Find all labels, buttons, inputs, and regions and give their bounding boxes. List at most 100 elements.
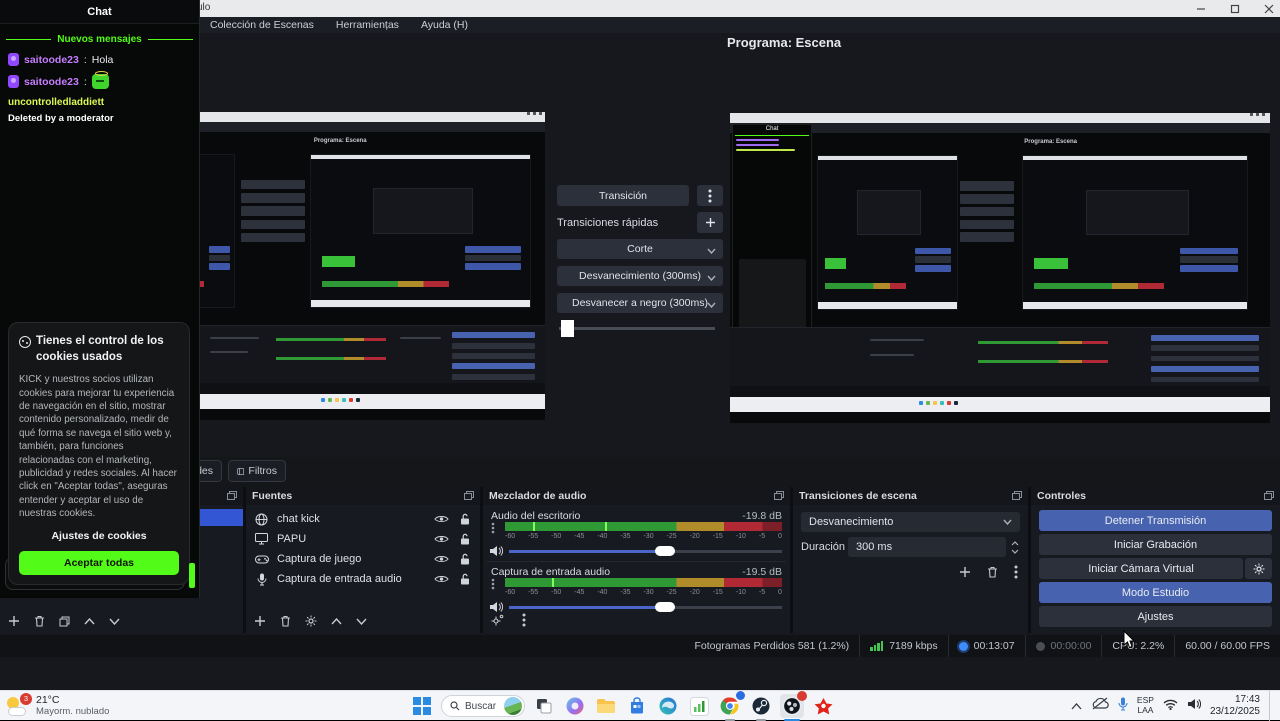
microphone-tray-icon[interactable]: [1118, 697, 1128, 716]
source-row-audio-input[interactable]: Captura de entrada audio: [246, 569, 480, 589]
copilot-button[interactable]: [563, 694, 587, 718]
visibility-eye-icon[interactable]: [434, 534, 449, 544]
mixer-channel-menu[interactable]: [491, 577, 495, 595]
visibility-eye-icon[interactable]: [434, 514, 449, 524]
mini-shape: [400, 337, 441, 339]
move-source-down-button[interactable]: [356, 618, 367, 625]
menu-tools[interactable]: Herramiențas: [336, 19, 399, 31]
chrome-button[interactable]: [718, 694, 742, 718]
studio-preview-program[interactable]: Chat Programa: Escena: [730, 113, 1270, 423]
keyboard-layout-indicator[interactable]: ESP LAA: [1137, 696, 1154, 716]
source-row-papu[interactable]: PAPU: [246, 529, 480, 549]
virtual-camera-settings-button[interactable]: [1245, 558, 1272, 579]
red-app-button[interactable]: [811, 694, 835, 718]
dock-popout-icon[interactable]: [1012, 487, 1022, 505]
volume-slider[interactable]: [509, 601, 782, 613]
taskbar-search[interactable]: Buscar: [441, 695, 525, 717]
visibility-eye-icon[interactable]: [434, 554, 449, 564]
speaker-icon[interactable]: [489, 544, 503, 562]
minimize-icon[interactable]: [1196, 4, 1206, 14]
remove-transition-button[interactable]: [987, 566, 998, 578]
stop-streaming-button[interactable]: Detener Transmisión: [1039, 510, 1272, 531]
mini-shape: [1151, 335, 1259, 341]
volume-slider[interactable]: [509, 545, 782, 557]
duration-input[interactable]: 300 ms: [848, 537, 1006, 557]
microsoft-store-button[interactable]: [625, 694, 649, 718]
start-virtual-camera-button[interactable]: Iniciar Cámara Virtual: [1039, 558, 1243, 579]
mixer-channel-name: Captura de entrada audio: [491, 566, 610, 578]
plus-icon: [705, 217, 716, 228]
tbar-handle[interactable]: [561, 320, 574, 337]
cookie-consent-dialog: Tienes el control de los cookies usados …: [8, 322, 190, 585]
advanced-audio-gear-icon[interactable]: [491, 614, 504, 626]
steam-button[interactable]: [749, 694, 773, 718]
chat-titlebar[interactable]: Chat: [0, 0, 199, 24]
add-source-button[interactable]: [254, 615, 266, 627]
duration-spinner[interactable]: [1008, 537, 1022, 557]
transition-tbar[interactable]: [557, 320, 723, 338]
filters-button[interactable]: Filtros: [228, 460, 286, 482]
source-properties-gear-icon[interactable]: [305, 615, 317, 627]
slider-handle[interactable]: [655, 546, 675, 556]
quick-transition-cut[interactable]: Corte: [557, 239, 723, 259]
settings-button[interactable]: Ajustes: [1039, 606, 1272, 627]
taskbar-clock[interactable]: 17:43 23/12/2025: [1210, 694, 1260, 719]
steam-icon: [751, 696, 771, 716]
transition-button[interactable]: Transición: [557, 185, 689, 206]
start-button[interactable]: [410, 694, 434, 718]
file-explorer-button[interactable]: [594, 694, 618, 718]
task-view-button[interactable]: [532, 694, 556, 718]
dock-popout-icon[interactable]: [227, 487, 237, 505]
wifi-icon[interactable]: [1163, 697, 1178, 715]
source-row-chat-kick[interactable]: chat kick: [246, 509, 480, 529]
lock-icon[interactable]: [457, 573, 472, 585]
dock-popout-icon[interactable]: [464, 487, 474, 505]
menu-help[interactable]: Ayuda (H): [421, 19, 468, 31]
onedrive-off-icon[interactable]: [1091, 697, 1109, 715]
remove-source-button[interactable]: [280, 615, 291, 627]
add-scene-button[interactable]: [8, 615, 20, 627]
duplicate-scene-button[interactable]: [59, 616, 70, 627]
mixer-menu-kebab-icon[interactable]: [522, 613, 526, 627]
cookie-settings-button[interactable]: Ajustes de cookies: [19, 530, 179, 542]
close-icon[interactable]: [1264, 4, 1274, 14]
cookie-accept-button[interactable]: Aceptar todas: [19, 551, 179, 575]
mixer-channel-menu[interactable]: [491, 521, 495, 539]
studio-preview-left[interactable]: Programa: Escena: [200, 112, 545, 420]
add-transition-button[interactable]: [959, 566, 971, 578]
quick-transition-fade[interactable]: Desvanecimiento (300ms): [557, 266, 723, 286]
obs-button[interactable]: [780, 694, 804, 718]
maximize-icon[interactable]: [1230, 4, 1240, 14]
lock-icon[interactable]: [457, 553, 472, 565]
mini-shape: [1034, 258, 1068, 269]
dropped-frames-status: Fotogramas Perdidos 581 (1.2%): [685, 635, 860, 657]
tray-chevron-up-icon[interactable]: [1071, 697, 1082, 715]
chart-app-button[interactable]: [687, 694, 711, 718]
lock-icon[interactable]: [457, 513, 472, 525]
move-scene-up-button[interactable]: [84, 618, 95, 625]
visibility-eye-icon[interactable]: [434, 574, 449, 584]
weather-widget[interactable]: 3 21°C Mayorm. nublado: [6, 694, 109, 717]
start-recording-button[interactable]: Iniciar Grabación: [1039, 534, 1272, 555]
menu-scene-collection[interactable]: Colección de Escenas: [210, 19, 314, 31]
source-row-game-capture[interactable]: Captura de juego: [246, 549, 480, 569]
transition-select[interactable]: Desvanecimiento: [801, 512, 1020, 532]
volume-icon[interactable]: [1187, 697, 1201, 715]
lock-icon[interactable]: [457, 533, 472, 545]
remove-scene-button[interactable]: [34, 615, 45, 627]
dock-popout-icon[interactable]: [1264, 487, 1274, 505]
add-quick-transition-button[interactable]: [697, 212, 723, 233]
transition-menu-button[interactable]: [697, 185, 723, 206]
move-source-up-button[interactable]: [331, 618, 342, 625]
studio-mode-button[interactable]: Modo Estudio: [1039, 582, 1272, 603]
transition-kebab-icon[interactable]: [1014, 565, 1018, 579]
move-scene-down-button[interactable]: [109, 618, 120, 625]
window-controls: [1196, 0, 1274, 17]
show-desktop-button[interactable]: [1269, 691, 1272, 721]
mini-shape: [465, 246, 522, 270]
edge-button[interactable]: [656, 694, 680, 718]
dock-popout-icon[interactable]: [774, 487, 784, 505]
slider-handle[interactable]: [655, 602, 675, 612]
chat-send-accent[interactable]: [189, 563, 195, 588]
quick-transition-fade-to-black[interactable]: Desvanecer a negro (300ms): [557, 293, 723, 313]
